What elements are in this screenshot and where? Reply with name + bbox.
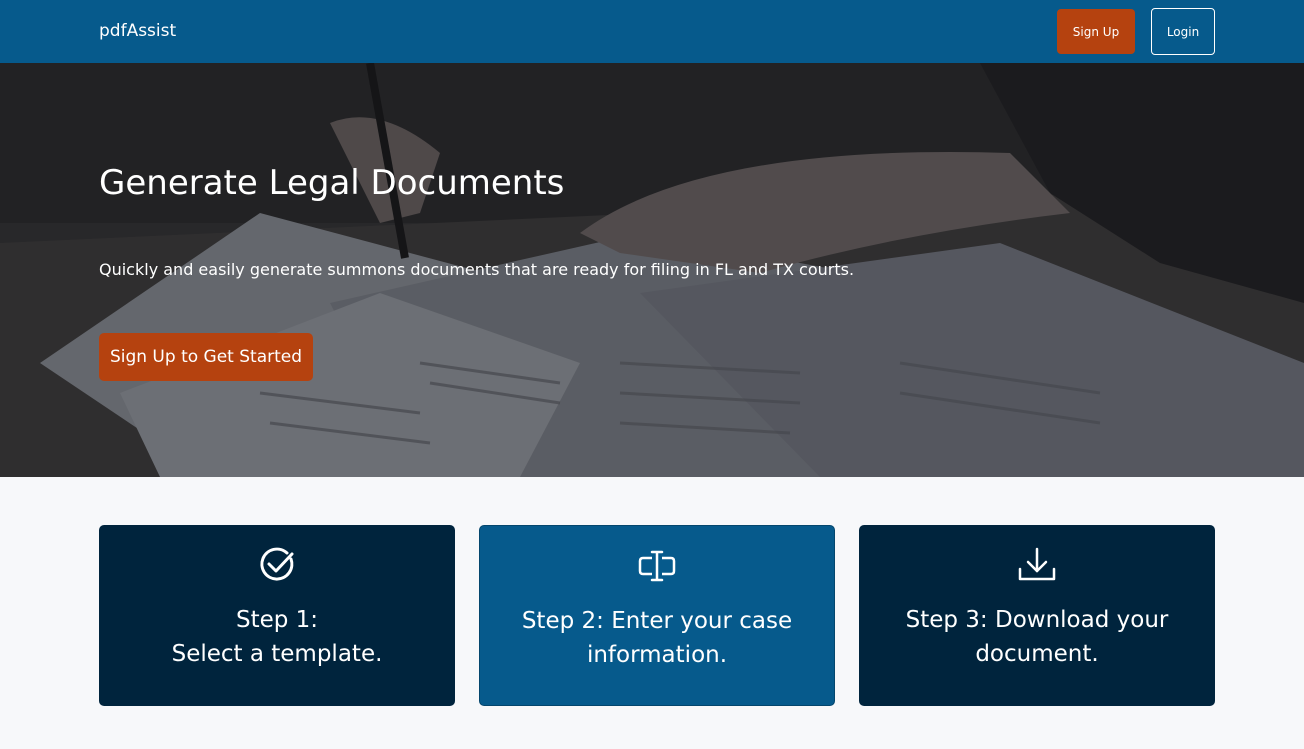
step-2-label: Step 2: Enter your case information.: [521, 608, 793, 668]
hero-subtitle: Quickly and easily generate summons docu…: [99, 260, 855, 279]
brand-logo[interactable]: pdfAssist: [99, 21, 176, 41]
hero-banner: Generate Legal Documents Quickly and eas…: [0, 63, 1304, 477]
download-icon: [1018, 547, 1056, 581]
step-3-label: Step 3: Download your document.: [905, 607, 1169, 667]
steps-section: Step 1: Select a template. Step 2: Enter…: [0, 477, 1304, 749]
step-card-3: Step 3: Download your document.: [859, 525, 1215, 706]
navbar: pdfAssist Sign Up Login: [0, 0, 1304, 63]
step-card-1: Step 1: Select a template.: [99, 525, 455, 706]
check-circle-icon: [260, 547, 294, 581]
login-button[interactable]: Login: [1151, 8, 1215, 55]
text-cursor-input-icon: [638, 550, 676, 582]
step-card-2: Step 2: Enter your case information.: [479, 525, 835, 706]
signup-button[interactable]: Sign Up: [1057, 9, 1135, 54]
get-started-button[interactable]: Sign Up to Get Started: [99, 333, 313, 381]
hero-title: Generate Legal Documents: [99, 163, 565, 203]
step-1-label: Step 1: Select a template.: [171, 607, 383, 667]
